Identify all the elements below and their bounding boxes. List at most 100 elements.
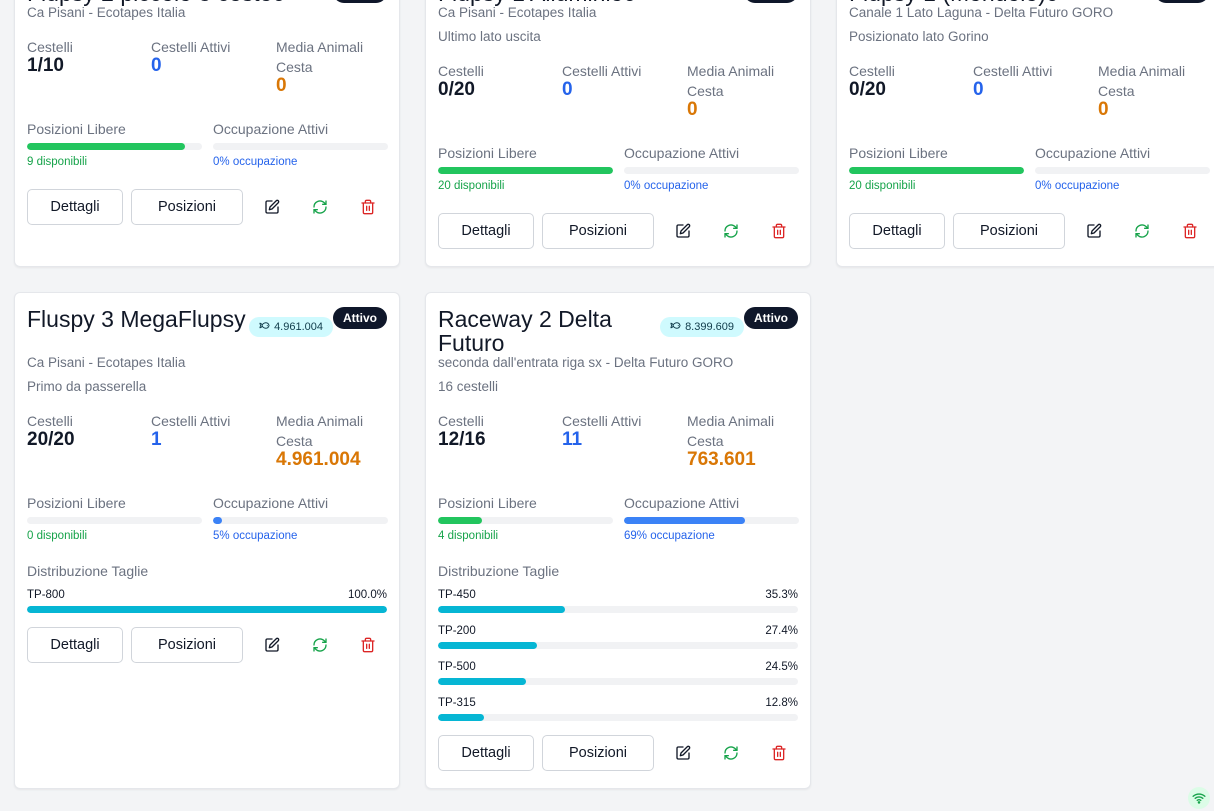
refresh-icon[interactable] [1132, 221, 1152, 241]
fish-icon [259, 320, 270, 334]
description-text: Posizionato lato Gorino [849, 29, 989, 44]
avg-animals-label: Media Animali Cesta [687, 413, 775, 449]
active-occupancy-note: 0% occupazione [624, 180, 709, 192]
size-name: TP-500 [438, 661, 476, 673]
details-button[interactable]: Dettagli [27, 189, 123, 225]
size-distribution-row: TP-315 12.8% [438, 697, 798, 727]
positions-button[interactable]: Posizioni [131, 627, 243, 663]
avg-animals-label: Media Animali Cesta [687, 63, 775, 99]
edit-icon[interactable] [673, 743, 693, 763]
active-occupancy-bar [1035, 167, 1210, 174]
card-title: Fluspy 3 MegaFlupsy [27, 306, 246, 332]
active-baskets-label: Cestelli Attivi [151, 39, 231, 55]
card-body: Fluspy 3 MegaFlupsy Attivo 4.961.004 Ca Pis… [27, 293, 388, 788]
flupsy-card: Flupsy 1 (Mondolo)0AttivoCanale 1 Lato L… [836, 0, 1214, 267]
free-positions-note: 4 disponibili [438, 530, 499, 542]
trash-icon[interactable] [1180, 221, 1200, 241]
free-positions-bar [438, 167, 613, 174]
flupsy-card: Flupsy 1 Alluminio0AttivoCa Pisani - Eco… [425, 0, 811, 267]
avg-animals-value: 0 [276, 75, 287, 96]
free-positions-fill [27, 143, 185, 150]
positions-button[interactable]: Posizioni [542, 735, 654, 771]
size-bar-fill [27, 606, 387, 613]
card-body: Raceway 2 Delta Futuro Attivo 8.399.609 sec… [438, 293, 799, 788]
free-positions-label: Posizioni Libere [849, 145, 948, 161]
free-positions-label: Posizioni Libere [438, 495, 537, 511]
free-positions-label: Posizioni Libere [27, 121, 126, 137]
trash-icon[interactable] [769, 743, 789, 763]
size-bar [438, 678, 798, 685]
active-occupancy-bar [624, 167, 799, 174]
card-body: Flupsy 2 piccolo 8 ceste0AttivoCa Pisani… [27, 0, 388, 266]
active-occupancy-fill [213, 517, 222, 524]
edit-icon[interactable] [262, 197, 282, 217]
trash-icon[interactable] [358, 635, 378, 655]
refresh-icon[interactable] [310, 197, 330, 217]
cestelli-value: 20/20 [27, 429, 75, 450]
details-button[interactable]: Dettagli [438, 735, 534, 771]
free-positions-label: Posizioni Libere [27, 495, 126, 511]
avg-animals-label: Media Animali Cesta [276, 413, 364, 449]
size-distribution-row: TP-800 100.0% [27, 589, 387, 619]
size-percent: 35.3% [765, 589, 798, 601]
cestelli-value: 12/16 [438, 429, 486, 450]
active-occupancy-note: 69% occupazione [624, 530, 715, 542]
cestelli-value: 0/20 [849, 79, 886, 100]
edit-icon[interactable] [262, 635, 282, 655]
size-bar [438, 642, 798, 649]
size-distribution-row: TP-200 27.4% [438, 625, 798, 655]
card-title: Raceway 2 Delta Futuro [438, 306, 612, 356]
description-text: 16 cestelli [438, 379, 499, 394]
free-positions-note: 9 disponibili [27, 156, 88, 168]
location-text: Ca Pisani - Ecotapes Italia [27, 5, 186, 20]
size-distribution-title: Distribuzione Taglie [438, 563, 560, 579]
size-bar [27, 606, 387, 613]
cestelli-label: Cestelli [438, 63, 484, 79]
details-button[interactable]: Dettagli [849, 213, 945, 249]
refresh-icon[interactable] [310, 635, 330, 655]
size-bar-fill [438, 606, 566, 613]
active-baskets-value: 1 [151, 429, 162, 450]
cestelli-label: Cestelli [849, 63, 895, 79]
avg-animals-value: 763.601 [687, 449, 756, 470]
card-body: Flupsy 1 (Mondolo)0AttivoCanale 1 Lato L… [849, 0, 1210, 266]
active-occupancy-label: Occupazione Attivi [624, 495, 740, 511]
location-text: Canale 1 Lato Laguna - Delta Futuro GORO [849, 5, 1114, 20]
trash-icon[interactable] [769, 221, 789, 241]
trash-icon[interactable] [358, 197, 378, 217]
avg-animals-value: 0 [687, 99, 698, 120]
flupsy-card: Raceway 2 Delta Futuro Attivo 8.399.609 sec… [425, 292, 811, 789]
positions-button[interactable]: Posizioni [542, 213, 654, 249]
location-text: seconda dall'entrata riga sx - Delta Fut… [438, 355, 734, 370]
active-occupancy-label: Occupazione Attivi [624, 145, 740, 161]
free-positions-bar [849, 167, 1024, 174]
edit-icon[interactable] [673, 221, 693, 241]
size-bar-fill [438, 678, 527, 685]
refresh-icon[interactable] [721, 743, 741, 763]
edit-icon[interactable] [1084, 221, 1104, 241]
refresh-icon[interactable] [721, 221, 741, 241]
active-occupancy-bar [213, 143, 388, 150]
active-occupancy-note: 0% occupazione [1035, 180, 1120, 192]
details-button[interactable]: Dettagli [27, 627, 123, 663]
status-badge: Attivo [1155, 0, 1209, 3]
positions-button[interactable]: Posizioni [131, 189, 243, 225]
size-distribution-row: TP-500 24.5% [438, 661, 798, 691]
free-positions-label: Posizioni Libere [438, 145, 537, 161]
active-baskets-value: 0 [973, 79, 984, 100]
status-badge: Attivo [333, 307, 387, 329]
active-occupancy-bar [213, 517, 388, 524]
size-bar-fill [438, 714, 485, 721]
animal-count: 4.961.004 [274, 321, 323, 333]
active-baskets-label: Cestelli Attivi [562, 413, 642, 429]
active-baskets-label: Cestelli Attivi [151, 413, 231, 429]
size-percent: 100.0% [347, 589, 387, 601]
status-badge: Attivo [333, 0, 387, 3]
free-positions-bar [438, 517, 613, 524]
description-text: Ultimo lato uscita [438, 29, 541, 44]
details-button[interactable]: Dettagli [438, 213, 534, 249]
location-text: Ca Pisani - Ecotapes Italia [438, 5, 597, 20]
status-badge: Attivo [744, 307, 798, 329]
avg-animals-value: 4.961.004 [276, 449, 361, 470]
positions-button[interactable]: Posizioni [953, 213, 1065, 249]
